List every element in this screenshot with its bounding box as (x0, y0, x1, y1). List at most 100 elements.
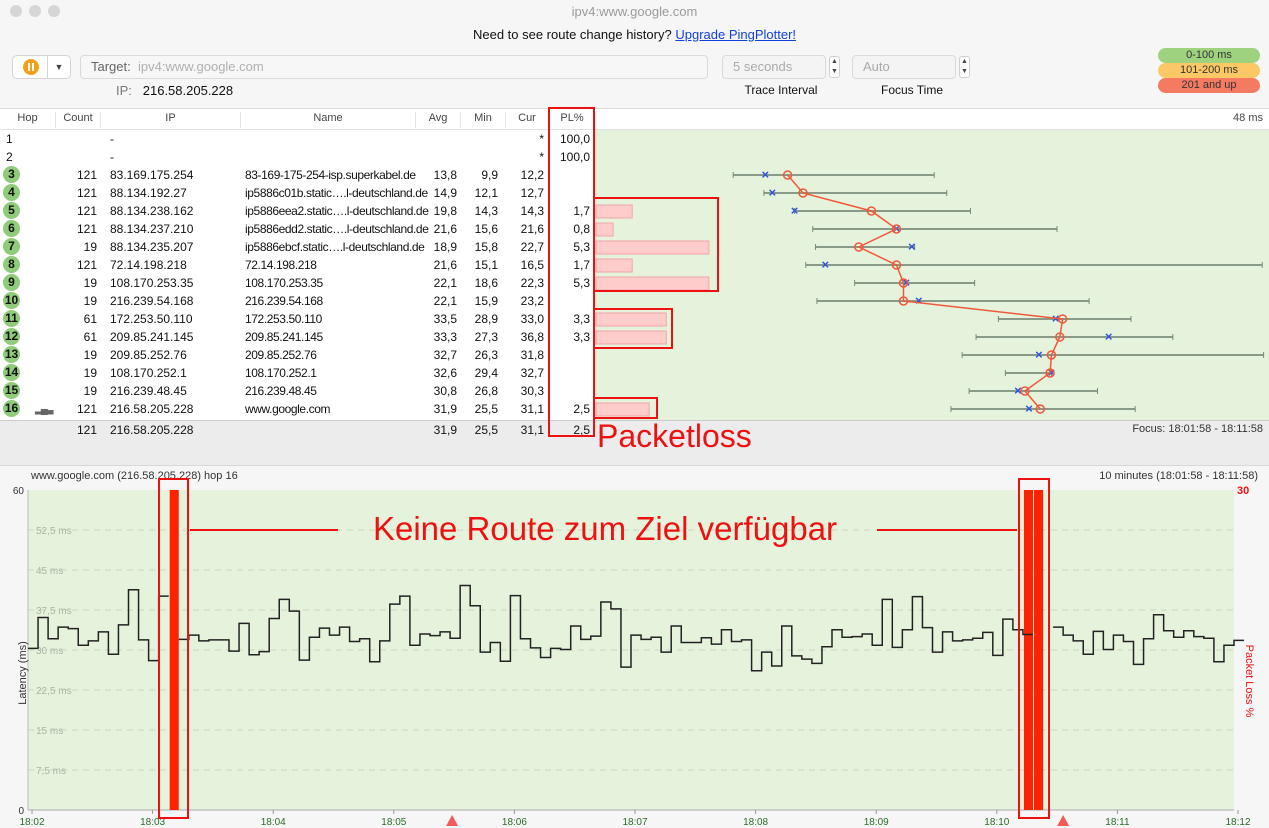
current-latency-mark: × (761, 167, 769, 182)
min-cell: 25,5 (474, 402, 498, 416)
summary-count: 121 (76, 423, 97, 437)
target-input[interactable]: Target: ipv4:www.google.com (80, 55, 708, 79)
count-cell: 19 (83, 240, 97, 254)
table-row[interactable]: 9 19 108.170.253.35 108.170.253.35 22,1 … (0, 274, 595, 292)
count-cell: 121 (76, 258, 97, 272)
table-row[interactable]: 12 61 209.85.241.145 209.85.241.145 33,3… (0, 328, 595, 346)
table-row[interactable]: 13 19 209.85.252.76 209.85.252.76 32,7 2… (0, 346, 595, 364)
table-row[interactable]: 3 121 83.169.175.254 83-169-175-254-isp.… (0, 166, 595, 184)
count-cell: 121 (76, 168, 97, 182)
ip-cell: 216.239.48.45 (110, 384, 187, 398)
table-row[interactable]: 15 19 216.239.48.45 216.239.48.45 30,8 2… (0, 382, 595, 400)
table-row[interactable]: 2 - * 100,0 (0, 148, 595, 166)
pause-button[interactable] (12, 55, 48, 79)
hop-number-badge: 15 (3, 382, 20, 399)
cur-cell: 36,8 (520, 330, 544, 344)
y-tick-label: 52,5 ms (36, 526, 72, 537)
cur-cell: 12,2 (520, 168, 544, 182)
x-tick-label: 18:04 (261, 817, 286, 828)
ip-cell: 88.134.192.27 (110, 186, 187, 200)
min-cell: 15,1 (474, 258, 498, 272)
count-cell: 121 (76, 402, 97, 416)
y-tick-label: 30 ms (36, 646, 63, 657)
trace-interval-input[interactable]: 5 seconds (722, 55, 826, 79)
upgrade-link[interactable]: Upgrade PingPlotter! (675, 27, 796, 42)
table-row[interactable]: 11 61 172.253.50.110 172.253.50.110 33,5… (0, 310, 595, 328)
target-label: Target: (91, 59, 131, 74)
trace-interval-stepper[interactable]: ▲ ▼ (829, 56, 840, 78)
ip-cell: 83.169.175.254 (110, 168, 194, 182)
cur-cell: 33,0 (520, 312, 544, 326)
table-row[interactable]: 4 121 88.134.192.27 ip5886c01b.static….l… (0, 184, 595, 202)
annotation-no-route: Keine Route zum Ziel verfügbar (372, 510, 838, 547)
table-row[interactable]: 16 121 216.58.205.228 www.google.com 31,… (0, 400, 595, 418)
promo-banner: Need to see route change history? Upgrad… (0, 27, 1269, 42)
route-change-marker[interactable] (446, 815, 459, 826)
column-header-min[interactable]: Min (460, 112, 505, 128)
annotation-loss-box (1018, 478, 1050, 819)
name-cell: ip5886edd2.static….l-deutschland.de (245, 222, 429, 236)
x-tick-label: 18:07 (623, 817, 648, 828)
cur-cell: 30,3 (520, 384, 544, 398)
ip-label: IP: (116, 83, 132, 98)
column-header-name[interactable]: Name (240, 112, 415, 128)
column-header-hop[interactable]: Hop (0, 112, 55, 128)
pause-options-dropdown[interactable]: ▼ (48, 55, 71, 79)
count-cell: 61 (83, 312, 97, 326)
table-row[interactable]: 5 121 88.134.238.162 ip5886eea2.static….… (0, 202, 595, 220)
annotation-pl-column-box (548, 107, 595, 437)
table-row[interactable]: 6 121 88.134.237.210 ip5886edd2.static….… (0, 220, 595, 238)
cur-cell: 32,7 (520, 366, 544, 380)
current-latency-mark: × (1105, 329, 1113, 344)
cur-cell: 23,2 (520, 294, 544, 308)
y-tick-label: 37,5 ms (36, 606, 72, 617)
min-cell: 29,4 (474, 366, 498, 380)
min-cell: 26,3 (474, 348, 498, 362)
graph-icon[interactable]: ▂▄▃ (35, 404, 54, 415)
cur-cell: * (539, 150, 544, 164)
hop-number-badge: 6 (3, 220, 20, 237)
ip-cell: 88.134.237.210 (110, 222, 194, 236)
min-cell: 15,6 (474, 222, 498, 236)
table-row[interactable]: 10 19 216.239.54.168 216.239.54.168 22,1… (0, 292, 595, 310)
cur-cell: 31,1 (520, 402, 544, 416)
legend-item: 0-100 ms (1158, 48, 1260, 63)
hop-number-badge: 4 (3, 184, 20, 201)
hop-table: 1 - * 100,0 2 - * 100,0 3 121 83.169.175.2… (0, 130, 595, 420)
hop-number-badge: 14 (3, 364, 20, 381)
column-header-cur[interactable]: Cur (505, 112, 548, 128)
count-cell: 19 (83, 276, 97, 290)
current-latency-mark: × (908, 239, 916, 254)
current-latency-mark: × (791, 203, 799, 218)
x-tick-label: 18:09 (864, 817, 889, 828)
avg-cell: 22,1 (433, 294, 457, 308)
column-header-count[interactable]: Count (55, 112, 100, 128)
current-latency-mark: × (768, 185, 776, 200)
min-cell: 15,9 (474, 294, 498, 308)
ip-cell: - (110, 132, 114, 146)
ip-cell: 72.14.198.218 (110, 258, 187, 272)
name-cell: 83-169-175-254-isp.superkabel.de (245, 168, 416, 182)
chevron-down-icon: ▼ (54, 62, 64, 72)
column-header-avg[interactable]: Avg (415, 112, 460, 128)
table-row[interactable]: 14 19 108.170.252.1 108.170.252.1 32,6 2… (0, 364, 595, 382)
table-row[interactable]: 7 19 88.134.235.207 ip5886ebcf.static….l… (0, 238, 595, 256)
min-cell: 27,3 (474, 330, 498, 344)
name-cell: 108.170.253.35 (245, 276, 323, 290)
column-header-ip[interactable]: IP (100, 112, 240, 128)
y-tick-label: 7,5 ms (36, 766, 66, 777)
ip-value: 216.58.205.228 (142, 83, 234, 98)
focus-time-stepper[interactable]: ▲ ▼ (959, 56, 970, 78)
table-row[interactable]: 8 121 72.14.198.218 72.14.198.218 21,6 1… (0, 256, 595, 274)
count-cell: 19 (83, 366, 97, 380)
hop-number-badge: 8 (3, 256, 20, 273)
table-row[interactable]: 1 - * 100,0 (0, 130, 595, 148)
route-change-marker[interactable] (1057, 815, 1070, 826)
avg-cell: 33,3 (433, 330, 457, 344)
x-tick-label: 18:10 (984, 817, 1009, 828)
annotation-pl-box (593, 308, 673, 349)
avg-cell: 13,8 (433, 168, 457, 182)
graph-scale-label: 48 ms (1233, 112, 1263, 124)
min-cell: 28,9 (474, 312, 498, 326)
focus-time-input[interactable]: Auto (852, 55, 956, 79)
